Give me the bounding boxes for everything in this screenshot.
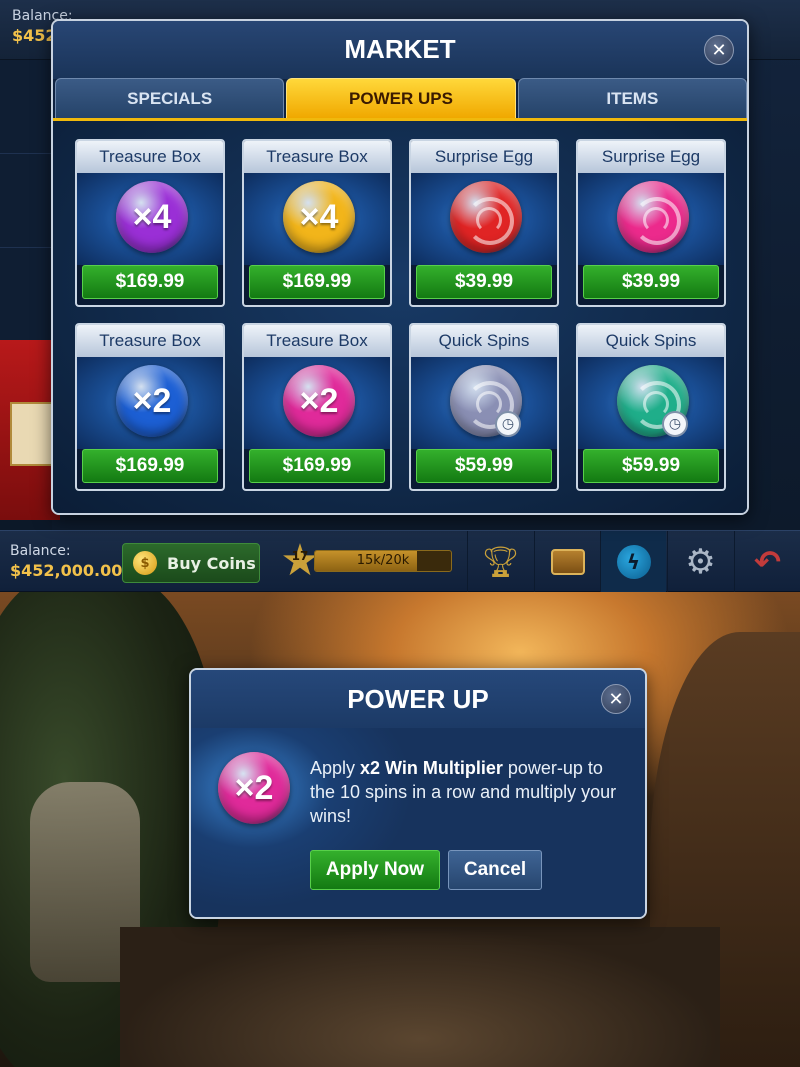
trophy-icon: 🏆︎ <box>481 544 520 580</box>
swirl-orb-icon <box>617 181 689 253</box>
power-up-card[interactable]: Quick Spins ◷ $59.99 <box>576 323 726 491</box>
multiplier-orb-icon: ×2 <box>218 752 290 824</box>
card-art <box>578 173 724 265</box>
card-title: Surprise Egg <box>411 141 557 173</box>
power-up-card[interactable]: Treasure Box ×4 $169.99 <box>242 139 392 307</box>
power-up-body: ×2 Apply x2 Win Multiplier power-up to t… <box>191 728 645 917</box>
card-art: ×4 <box>244 173 390 265</box>
market-tabs: SPECIALS POWER UPS ITEMS <box>55 78 747 118</box>
clock-icon: ◷ <box>495 411 521 437</box>
multiplier-orb-icon: ×4 <box>283 181 355 253</box>
background-rail-cell <box>0 248 52 342</box>
achievements-button[interactable]: 🏆︎ <box>467 531 533 593</box>
cancel-button[interactable]: Cancel <box>448 850 542 890</box>
settings-button[interactable]: ⚙ <box>667 531 733 593</box>
multiplier-orb-icon: ×2 <box>283 365 355 437</box>
card-art: ×2 <box>244 357 390 449</box>
back-arrow-icon: ↶ <box>754 543 781 581</box>
swirl-orb-icon <box>450 181 522 253</box>
market-close-button[interactable]: ✕ <box>704 35 734 65</box>
card-title: Treasure Box <box>77 325 223 357</box>
price-button[interactable]: $39.99 <box>416 265 552 299</box>
power-ups-button[interactable]: ϟ <box>600 531 666 593</box>
card-title: Surprise Egg <box>578 141 724 173</box>
price-button[interactable]: $169.99 <box>82 449 218 483</box>
clock-icon: ◷ <box>662 411 688 437</box>
buy-coins-label: Buy Coins <box>167 553 256 573</box>
market-body: Treasure Box ×4 $169.99 Treasure Box ×4 $169.… <box>53 121 747 513</box>
card-art: ◷ <box>578 357 724 449</box>
multiplier-orb-icon: ×4 <box>116 181 188 253</box>
power-up-card[interactable]: Treasure Box ×4 $169.99 <box>75 139 225 307</box>
close-icon: ✕ <box>711 39 727 61</box>
inventory-button[interactable] <box>534 531 600 593</box>
tab-specials[interactable]: SPECIALS <box>55 78 285 118</box>
chest-icon <box>550 549 585 575</box>
power-up-header: POWER UP ✕ <box>191 670 645 728</box>
xp-progress-bar: 15k/20k <box>314 550 452 572</box>
tab-items[interactable]: ITEMS <box>517 78 747 118</box>
price-button[interactable]: $169.99 <box>249 449 385 483</box>
power-up-card[interactable]: Surprise Egg $39.99 <box>409 139 559 307</box>
desc-prefix: Apply <box>310 758 361 778</box>
power-up-card[interactable]: Treasure Box ×2 $169.99 <box>75 323 225 491</box>
xp-progress-text: 15k/20k <box>356 553 410 568</box>
card-title: Treasure Box <box>77 141 223 173</box>
power-up-card[interactable]: Treasure Box ×2 $169.99 <box>242 323 392 491</box>
card-art: ◷ <box>411 357 557 449</box>
buy-coins-button[interactable]: $ Buy Coins <box>122 543 260 583</box>
price-button[interactable]: $169.99 <box>82 265 218 299</box>
price-button[interactable]: $169.99 <box>249 265 385 299</box>
balance-label: Balance: <box>10 543 71 559</box>
gear-icon: ⚙ <box>685 542 716 582</box>
card-title: Quick Spins <box>411 325 557 357</box>
price-button[interactable]: $59.99 <box>416 449 552 483</box>
back-button[interactable]: ↶ <box>734 531 800 593</box>
apply-now-button[interactable]: Apply Now <box>310 850 440 890</box>
tab-power-ups[interactable]: POWER UPS <box>286 78 516 118</box>
price-button[interactable]: $59.99 <box>583 449 719 483</box>
market-title: MARKET <box>344 34 456 64</box>
power-up-dialog: POWER UP ✕ ×2 Apply x2 Win Multiplier po… <box>189 668 647 919</box>
power-up-card[interactable]: Quick Spins ◷ $59.99 <box>409 323 559 491</box>
power-up-card[interactable]: Surprise Egg $39.99 <box>576 139 726 307</box>
card-art: ×4 <box>77 173 223 265</box>
background-rail-cell <box>0 154 52 248</box>
power-up-description: Apply x2 Win Multiplier power-up to the … <box>310 756 630 828</box>
card-title: Treasure Box <box>244 141 390 173</box>
lightning-icon: ϟ <box>616 545 651 579</box>
market-dialog: MARKET ✕ SPECIALS POWER UPS ITEMS Treasu… <box>51 19 749 515</box>
hud-bar: Balance: $452,000.00 $ Buy Coins ★ 17 15… <box>0 530 800 593</box>
coin-icon: $ <box>133 551 157 575</box>
jungle-ground <box>120 927 720 1067</box>
power-up-close-button[interactable]: ✕ <box>601 684 631 714</box>
multiplier-orb-icon: ×2 <box>116 365 188 437</box>
power-up-title: POWER UP <box>347 684 489 714</box>
power-up-grid: Treasure Box ×4 $169.99 Treasure Box ×4 $169.… <box>75 139 726 491</box>
card-art <box>411 173 557 265</box>
card-title: Quick Spins <box>578 325 724 357</box>
desc-highlight: x2 Win Multiplier <box>360 758 503 778</box>
close-icon: ✕ <box>608 688 624 710</box>
market-header: MARKET ✕ <box>53 21 747 79</box>
price-button[interactable]: $39.99 <box>583 265 719 299</box>
card-title: Treasure Box <box>244 325 390 357</box>
balance-value: $452,000.00 <box>10 561 123 580</box>
card-art: ×2 <box>77 357 223 449</box>
background-rail-cell <box>0 60 52 154</box>
